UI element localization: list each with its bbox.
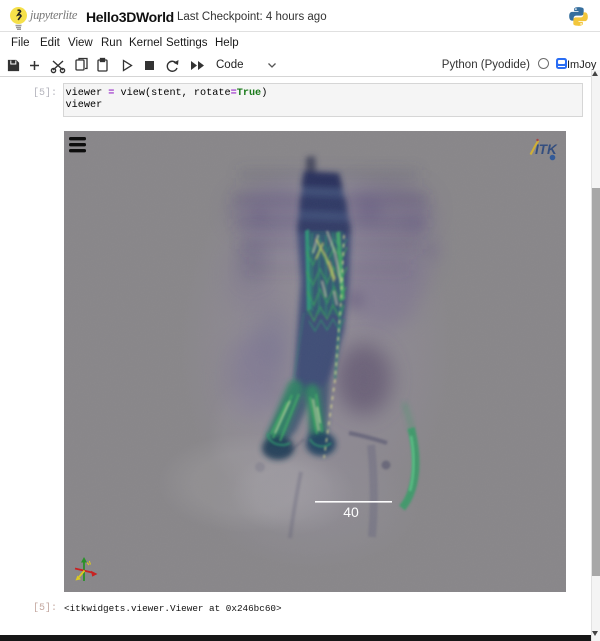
svg-text:ITK: ITK [535, 142, 558, 157]
